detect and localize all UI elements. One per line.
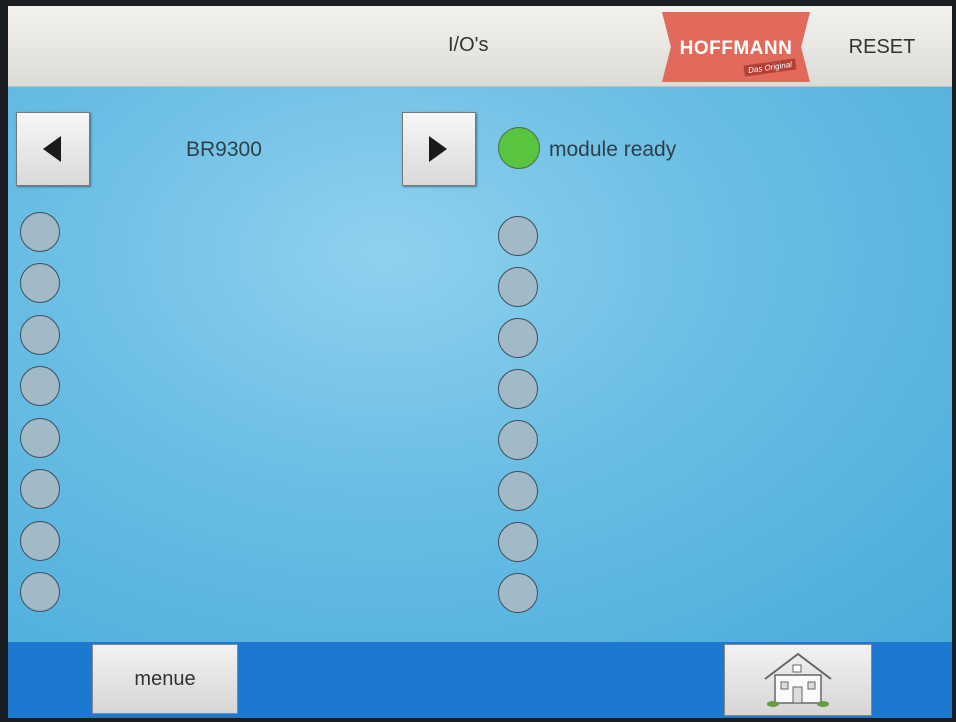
menue-button[interactable]: menue bbox=[92, 644, 238, 714]
module-ready-indicator bbox=[498, 127, 540, 169]
input-led bbox=[20, 366, 60, 406]
input-led bbox=[20, 212, 60, 252]
reset-button[interactable]: RESET bbox=[820, 18, 944, 76]
input-led bbox=[20, 521, 60, 561]
input-led bbox=[20, 315, 60, 355]
page-title: I/O's bbox=[448, 34, 489, 56]
triangle-right-icon bbox=[429, 136, 447, 162]
logo-text: HOFFMANN bbox=[679, 38, 793, 59]
home-icon bbox=[764, 652, 832, 707]
triangle-left-icon bbox=[43, 136, 61, 162]
output-led bbox=[498, 471, 538, 511]
output-led bbox=[498, 522, 538, 562]
output-led bbox=[498, 573, 538, 613]
hmi-screen: I/O's HOFFMANN Das Original RESET BR9300… bbox=[8, 6, 952, 718]
output-led bbox=[498, 318, 538, 358]
logo-tagline: Das Original bbox=[743, 58, 797, 77]
input-led bbox=[20, 418, 60, 458]
footer-bar: menue bbox=[8, 642, 952, 718]
output-led bbox=[498, 420, 538, 460]
output-led bbox=[498, 369, 538, 409]
previous-module-button[interactable] bbox=[16, 112, 90, 186]
hoffmann-logo: HOFFMANN Das Original bbox=[662, 12, 810, 82]
output-led bbox=[498, 216, 538, 256]
module-ready-label: module ready bbox=[549, 138, 677, 161]
io-panel: BR9300 module ready bbox=[8, 87, 952, 642]
input-led bbox=[20, 469, 60, 509]
next-module-button[interactable] bbox=[402, 112, 476, 186]
home-button[interactable] bbox=[724, 644, 872, 716]
output-led bbox=[498, 267, 538, 307]
input-led bbox=[20, 572, 60, 612]
header-bar: I/O's HOFFMANN Das Original RESET bbox=[8, 6, 952, 87]
input-led bbox=[20, 263, 60, 303]
module-name: BR9300 bbox=[186, 138, 262, 161]
